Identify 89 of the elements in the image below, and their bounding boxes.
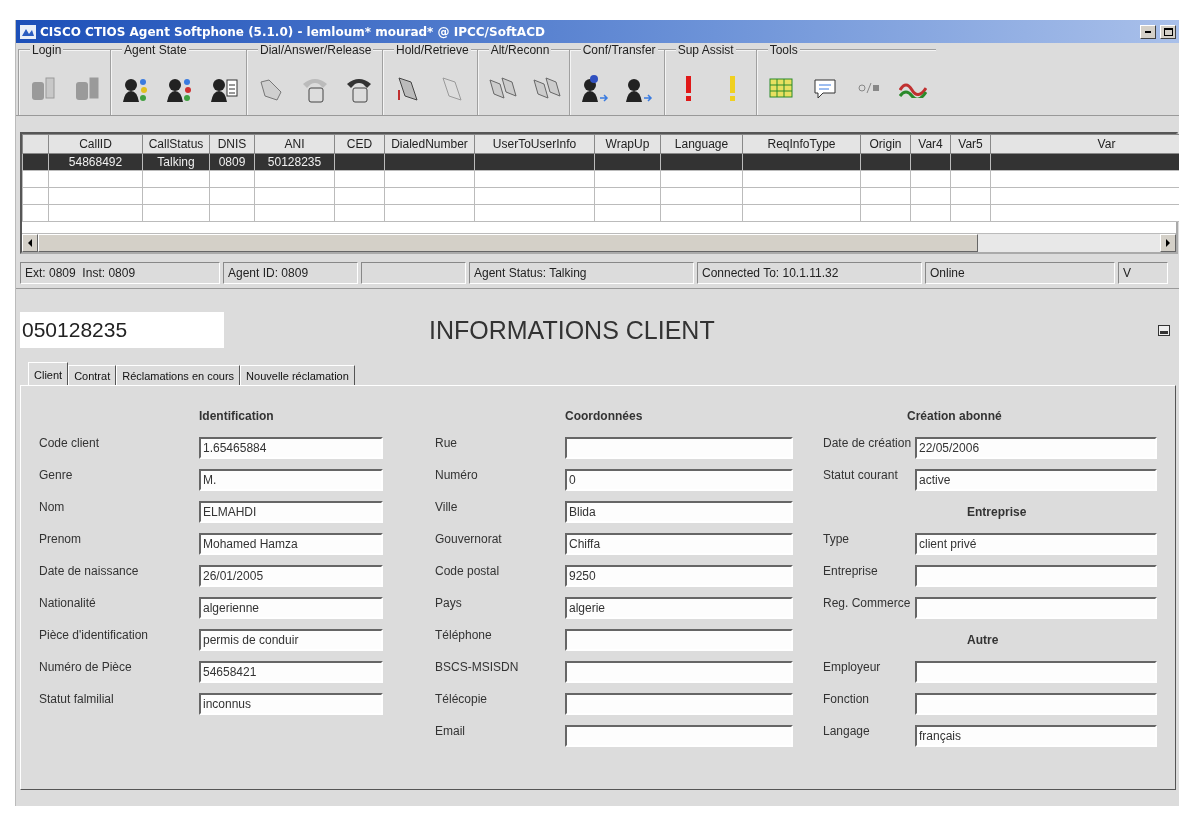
field-label: Langage [823,723,871,738]
text-field[interactable]: français [915,725,1157,747]
field-label: Code postal [435,563,501,578]
field-label: Télécopie [435,691,489,706]
column-header[interactable]: ReqInfoType [742,134,861,154]
field-label: Fonction [823,691,871,706]
group-label: Tools [768,43,799,57]
field-label: Pays [435,595,463,610]
field-label: Pièce d'identification [39,627,150,642]
column-header[interactable]: CallID [48,134,143,154]
text-field[interactable]: inconnus [199,693,383,715]
field-label: Reg. Commerce [823,595,912,610]
column-header[interactable]: Origin [860,134,911,154]
form-title: INFORMATIONS CLIENT [429,315,716,345]
text-field[interactable]: 1.65465884 [199,437,383,459]
table-cell: 54868492 [48,153,143,171]
column-header[interactable]: Language [660,134,743,154]
group-label: Login [31,43,63,57]
text-field[interactable]: 26/01/2005 [199,565,383,587]
window-title: CISCO CTIOS Agent Softphone (5.1.0) - lemloum* mourad* @ IPCC/SoftACD [40,24,546,39]
field-label: BSCS-MSISDN [435,659,520,674]
field-label: Numéro de Pièce [39,659,133,674]
column-header[interactable]: Var4 [910,134,951,154]
text-field[interactable]: ELMAHDI [199,501,383,523]
field-label: Type [823,531,850,546]
field-label: Rue [435,435,458,450]
text-field[interactable]: algerienne [199,597,383,619]
section-heading: Entreprise [967,505,1027,519]
field-label: Entreprise [823,563,879,578]
text-field[interactable]: Chiffa [565,533,793,555]
column-header[interactable]: CED [334,134,385,154]
group-label: Hold/Retrieve [395,43,470,57]
tab[interactable]: Client [28,362,69,386]
group-label: Conf/Transfer [581,43,657,57]
text-field[interactable]: 9250 [565,565,793,587]
tab[interactable]: Contrat [68,365,117,385]
field-label: Date de création [823,435,913,450]
section-heading: Autre [967,633,999,647]
text-field[interactable]: active [915,469,1157,491]
text-field[interactable]: algerie [565,597,793,619]
tab[interactable]: Nouvelle réclamation [240,365,355,385]
field-label: Statut courant [823,467,899,482]
status-pane: Agent ID: 0809 [223,262,358,284]
field-label: Statut falmilial [39,691,115,706]
column-header[interactable]: Var5 [950,134,991,154]
field-label: Ville [435,499,459,514]
text-field[interactable]: 0 [565,469,793,491]
section-heading: Identification [199,409,274,423]
text-field[interactable]: Blida [565,501,793,523]
field-label: Code client [39,435,101,450]
text-field[interactable]: M. [199,469,383,491]
field-label: Email [435,723,466,738]
group-label: Agent State [123,43,188,57]
field-label: Gouvernorat [435,531,503,546]
text-field[interactable]: 22/05/2006 [915,437,1157,459]
column-header[interactable]: UserToUserInfo [474,134,595,154]
column-header[interactable]: DNIS [209,134,255,154]
field-label: Genre [39,467,74,482]
field-label: Prenom [39,531,83,546]
text-field[interactable]: Mohamed Hamza [199,533,383,555]
group-label: Dial/Answer/Release [259,43,373,57]
column-header[interactable]: ANI [254,134,335,154]
section-heading: Coordonnées [565,409,643,423]
group-label: Sup Assist [676,43,735,57]
text-field[interactable]: 54658421 [199,661,383,683]
field-label: Nom [39,499,66,514]
status-pane: Ext: 0809 Inst: 0809 [20,262,220,284]
table-cell: 50128235 [254,153,335,171]
column-header[interactable]: CallStatus [142,134,210,154]
field-label: Date de naissance [39,563,140,578]
status-pane: Agent Status: Talking [469,262,694,284]
column-header[interactable]: DialedNumber [384,134,475,154]
status-pane: V [1118,262,1168,284]
column-header[interactable]: Var [990,134,1179,154]
text-field[interactable]: permis de conduir [199,629,383,651]
column-header[interactable]: WrapUp [594,134,661,154]
phone-number: 050128235 [20,312,224,348]
text-field[interactable]: client privé [915,533,1157,555]
group-label: Alt/Reconn [489,43,551,57]
field-label: Numéro [435,467,479,482]
field-label: Employeur [823,659,882,674]
status-pane: Online [925,262,1115,284]
table-cell: 0809 [209,153,255,171]
field-label: Nationalité [39,595,97,610]
table-cell: Talking [142,153,210,171]
field-label: Téléphone [435,627,493,642]
tab[interactable]: Réclamations en cours [116,365,241,385]
section-heading: Création abonné [907,409,1002,423]
status-pane: Connected To: 10.1.11.32 [697,262,922,284]
